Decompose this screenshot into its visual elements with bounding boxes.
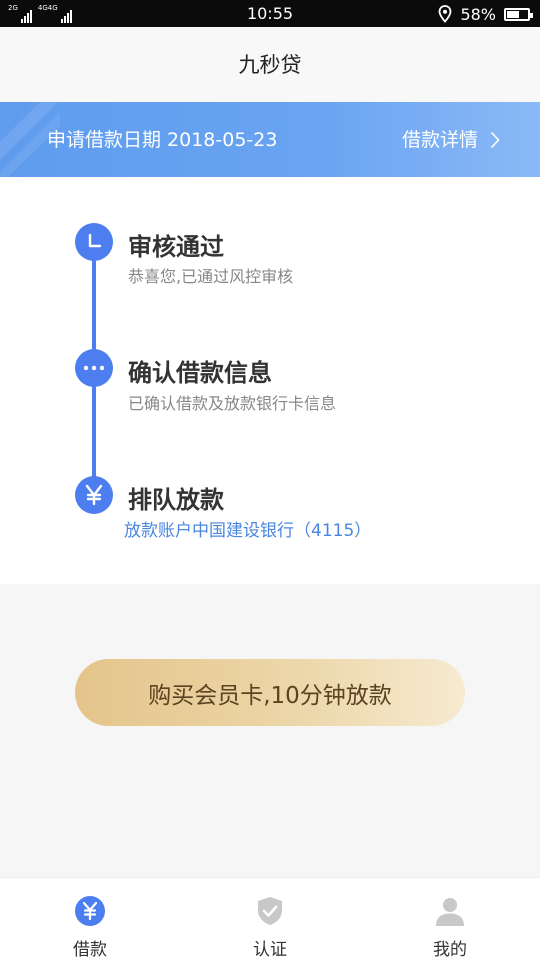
battery-icon: [504, 7, 533, 21]
tab-loan[interactable]: 借款: [0, 878, 180, 960]
tab-verify[interactable]: 认证: [180, 878, 360, 960]
location-icon: [439, 5, 452, 23]
app-header: 九秒贷: [0, 27, 540, 102]
battery-fill: [507, 10, 519, 18]
step-3-subtitle: 放款账户中国建设银行（4115）: [124, 521, 372, 541]
loan-details-label: 借款详情: [401, 129, 478, 151]
step-2-more-dots-icon: [75, 349, 113, 387]
apply-date: 申请借款日期 2018-05-23: [47, 129, 278, 151]
step-1-subtitle: 恭喜您,已通过风控审核: [128, 267, 294, 286]
step-3-title: 排队放款: [128, 486, 224, 514]
status-right: 58%: [438, 3, 533, 25]
tab-verify-label: 认证: [253, 940, 287, 960]
loan-progress-card: 审核通过 恭喜您,已通过风控审核 确认借款信息 已确认借款及放款银行卡信息 排队…: [0, 177, 540, 584]
step-1-clock-icon: [75, 223, 113, 261]
person-icon: [436, 898, 464, 926]
tab-mine-label: 我的: [433, 940, 467, 960]
loan-details-link[interactable]: 借款详情: [402, 102, 500, 177]
step-3-yen-icon: [75, 476, 113, 514]
battery-percent: 58%: [460, 4, 496, 24]
buy-membership-button[interactable]: 购买会员卡,10分钟放款: [75, 659, 465, 726]
page-title: 九秒贷: [238, 53, 302, 77]
step-2-subtitle: 已确认借款及放款银行卡信息: [128, 394, 337, 413]
chevron-right-icon: [490, 131, 500, 149]
shield-check-icon: [258, 897, 282, 925]
status-bar: 2G 4G4G 10:55 58%: [0, 0, 540, 27]
tab-mine[interactable]: 我的: [360, 878, 540, 960]
yen-coin-icon: [75, 896, 105, 926]
bottom-tab-bar: 借款 认证 我的: [0, 877, 540, 960]
step-2-title: 确认借款信息: [128, 359, 272, 387]
loan-date-banner: 申请借款日期 2018-05-23 借款详情: [0, 102, 540, 177]
tab-loan-label: 借款: [73, 940, 107, 960]
step-1-title: 审核通过: [128, 233, 224, 261]
